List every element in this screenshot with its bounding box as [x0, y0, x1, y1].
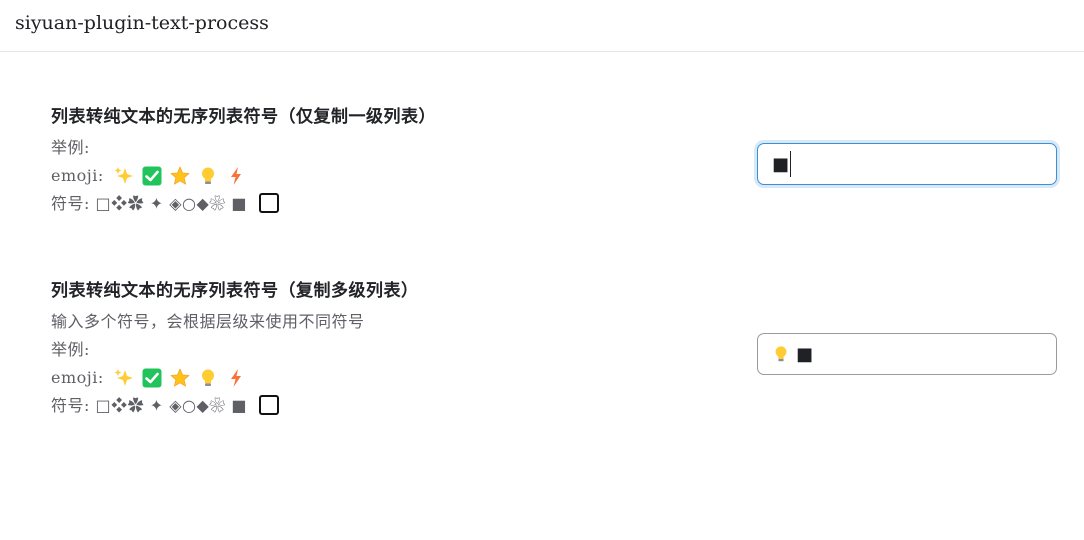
- emoji-example-row: emoji:: [51, 364, 691, 392]
- symbols-label: 符号:: [51, 396, 90, 415]
- setting-unordered-symbol-multi-level: 列表转纯文本的无序列表符号（复制多级列表） 输入多个符号，会根据层级来使用不同符…: [51, 278, 691, 420]
- check-box-icon: [142, 368, 162, 388]
- light-bulb-icon: [198, 166, 218, 186]
- light-bulb-icon: [772, 345, 790, 363]
- example-label: 举例:: [51, 138, 90, 157]
- emoji-example-row: emoji:: [51, 162, 691, 190]
- input-value: ■: [796, 343, 814, 365]
- title-bar: siyuan-plugin-text-process: [0, 0, 1084, 52]
- light-bulb-icon: [198, 368, 218, 388]
- check-box-icon: [142, 166, 162, 186]
- square-outline-icon: [258, 192, 279, 213]
- symbols-example-row: 符号: □❖✿ ✦ ◈○◆❀ ■: [51, 392, 691, 420]
- sparkles-icon: [114, 166, 134, 186]
- star-icon: [170, 166, 190, 186]
- symbols-text: □❖✿ ✦ ◈○◆❀ ■: [95, 396, 247, 415]
- square-outline-icon: [258, 394, 279, 415]
- emoji-label: emoji:: [51, 166, 104, 185]
- plugin-title: siyuan-plugin-text-process: [15, 12, 269, 34]
- symbols-example-row: 符号: □❖✿ ✦ ◈○◆❀ ■: [51, 190, 691, 218]
- setting-title: 列表转纯文本的无序列表符号（复制多级列表）: [51, 281, 419, 301]
- input-value: ■: [772, 153, 790, 175]
- setting-description: 输入多个符号，会根据层级来使用不同符号: [51, 312, 365, 331]
- emoji-label: emoji:: [51, 368, 104, 387]
- unordered-symbol-single-level-input[interactable]: ■: [757, 143, 1057, 185]
- unordered-symbol-multi-level-input[interactable]: ■: [757, 333, 1057, 375]
- example-label: 举例:: [51, 340, 90, 359]
- sparkles-icon: [114, 368, 134, 388]
- lightning-icon: [226, 368, 246, 388]
- symbols-label: 符号:: [51, 194, 90, 213]
- setting-unordered-symbol-single-level: 列表转纯文本的无序列表符号（仅复制一级列表） 举例: emoji: 符号: □❖…: [51, 104, 691, 218]
- setting-title: 列表转纯文本的无序列表符号（仅复制一级列表）: [51, 107, 436, 127]
- lightning-icon: [226, 166, 246, 186]
- symbols-text: □❖✿ ✦ ◈○◆❀ ■: [95, 194, 247, 213]
- text-caret: [790, 151, 792, 177]
- star-icon: [170, 368, 190, 388]
